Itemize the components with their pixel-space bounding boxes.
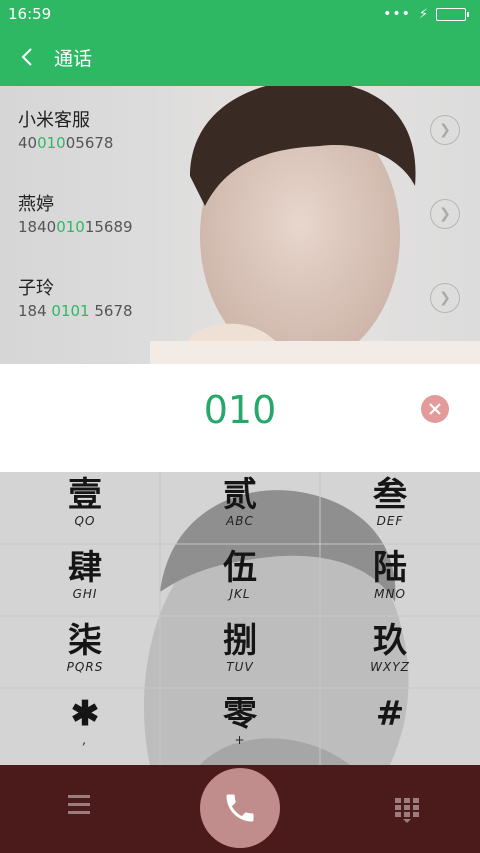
bottom-action-bar xyxy=(0,765,480,853)
contact-name: 小米客服 xyxy=(18,110,90,131)
close-icon xyxy=(429,403,441,415)
dialed-number[interactable]: 010 xyxy=(0,388,480,432)
dialpad-icon[interactable] xyxy=(394,797,420,823)
app-header: 通话 xyxy=(0,28,480,86)
key-1[interactable]: 壹 QO xyxy=(5,472,165,544)
key-3[interactable]: 叁 DEF xyxy=(310,472,470,544)
contact-number: 4001005678 xyxy=(18,134,114,152)
status-time: 16:59 xyxy=(8,5,52,23)
contact-detail-arrow-icon[interactable]: ❯ xyxy=(430,199,460,229)
contact-row[interactable]: 小米客服 4001005678 ❯ xyxy=(0,86,480,170)
status-bar: 16:59 ••• ⚡ xyxy=(0,0,480,28)
contact-row[interactable]: 子玲 184 0101 5678 ❯ xyxy=(0,254,480,338)
menu-icon[interactable] xyxy=(68,795,92,817)
battery-icon xyxy=(436,7,469,21)
contact-number: 184 0101 5678 xyxy=(18,302,133,320)
page-title: 通话 xyxy=(54,47,93,70)
key-5[interactable]: 伍 JKL xyxy=(160,545,320,617)
more-dots-icon: ••• xyxy=(383,6,411,22)
key-6[interactable]: 陆 MNO xyxy=(310,545,470,617)
contact-detail-arrow-icon[interactable]: ❯ xyxy=(430,283,460,313)
key-hash[interactable]: # xyxy=(310,691,470,763)
contact-name: 子玲 xyxy=(18,278,54,299)
contact-detail-arrow-icon[interactable]: ❯ xyxy=(430,115,460,145)
key-9[interactable]: 玖 WXYZ xyxy=(310,618,470,690)
status-icons: ••• ⚡ xyxy=(383,6,469,22)
back-arrow-icon xyxy=(21,48,32,66)
dialed-number-bar: 010 xyxy=(0,364,480,472)
key-0[interactable]: 零 + xyxy=(160,691,320,763)
phone-icon xyxy=(226,794,254,822)
call-button[interactable] xyxy=(200,768,280,848)
clear-button[interactable] xyxy=(421,395,449,423)
key-7[interactable]: 柒 PQRS xyxy=(5,618,165,690)
contact-results: 小米客服 4001005678 ❯ 燕婷 184001015689 ❯ 子玲 1… xyxy=(0,86,480,364)
key-8[interactable]: 捌 TUV xyxy=(160,618,320,690)
key-2[interactable]: 贰 ABC xyxy=(160,472,320,544)
charging-icon: ⚡ xyxy=(418,6,428,22)
key-4[interactable]: 肆 GHI xyxy=(5,545,165,617)
key-star[interactable]: ✱, xyxy=(5,691,165,763)
back-button[interactable] xyxy=(0,28,54,86)
dial-keypad: 壹 QO 贰 ABC 叁 DEF 肆 GHI 伍 JKL 陆 MNO 柒 PQRS 捌 TUV … xyxy=(0,472,480,765)
contact-row[interactable]: 燕婷 184001015689 ❯ xyxy=(0,170,480,254)
contact-name: 燕婷 xyxy=(18,194,54,215)
contact-number: 184001015689 xyxy=(18,218,133,236)
